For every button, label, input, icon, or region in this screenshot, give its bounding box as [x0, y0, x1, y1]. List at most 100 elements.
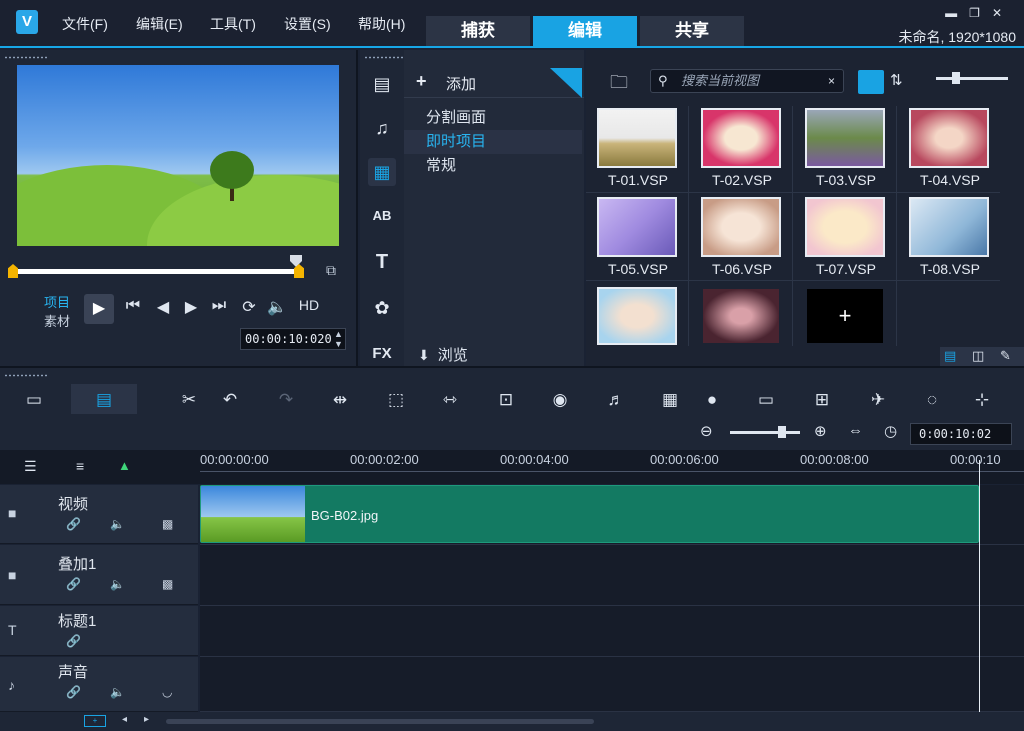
- link-icon[interactable]: 🔗: [66, 517, 81, 531]
- title-icon[interactable]: T: [368, 248, 396, 276]
- tab-share[interactable]: 共享: [640, 16, 744, 46]
- ripple-icon[interactable]: ▩: [162, 517, 173, 531]
- add-instant-project-button[interactable]: +: [805, 287, 885, 345]
- fit-icon[interactable]: ⇹: [326, 390, 354, 410]
- thumbnail-t05[interactable]: [597, 197, 677, 257]
- repeat-icon[interactable]: ⟳: [238, 297, 260, 317]
- thumbnail-t04[interactable]: [909, 108, 989, 168]
- search-input[interactable]: 搜索当前视图: [650, 69, 844, 93]
- panel-grip[interactable]: [4, 374, 48, 377]
- smart-package-icon[interactable]: ⊡: [492, 390, 520, 410]
- zoom-out-icon[interactable]: ⊖: [700, 422, 713, 440]
- menu-edit[interactable]: 编辑(E): [136, 14, 183, 34]
- split-icon[interactable]: ⇿: [436, 390, 464, 410]
- folder-instant-project[interactable]: 即时项目: [404, 130, 582, 154]
- instant-project-icon[interactable]: ▦: [368, 158, 396, 186]
- voice-lane[interactable]: [200, 657, 1024, 712]
- scrub-bar[interactable]: [14, 269, 302, 274]
- next-frame-icon[interactable]: ▶: [180, 297, 202, 317]
- link-icon[interactable]: 🔗: [66, 577, 81, 591]
- thumbnail-t10[interactable]: [701, 287, 781, 345]
- panel-grip[interactable]: [4, 56, 48, 59]
- scrollbar-thumb[interactable]: [166, 719, 594, 724]
- project-duration[interactable]: 0:00:10:02: [910, 423, 1012, 445]
- enlarge-preview-icon[interactable]: ⧉: [326, 262, 336, 279]
- redo-icon[interactable]: ↷: [272, 390, 300, 410]
- thumbnail-t07[interactable]: [805, 197, 885, 257]
- mode-project[interactable]: 项目: [44, 292, 70, 311]
- import-folder-icon[interactable]: 🗀: [610, 70, 628, 100]
- browse-button[interactable]: ⬇ 浏览: [418, 344, 468, 365]
- record-screen-icon[interactable]: ⬚: [382, 390, 410, 410]
- zoom-in-icon[interactable]: ⊕: [814, 422, 827, 440]
- audio-icon[interactable]: ♫: [368, 114, 396, 142]
- mute-icon[interactable]: 🔈: [110, 577, 125, 591]
- tab-edit[interactable]: 编辑: [533, 16, 637, 46]
- fx-icon[interactable]: FX: [368, 340, 396, 368]
- thumbnail-t06[interactable]: [701, 197, 781, 257]
- ripple-icon[interactable]: ◡: [162, 685, 172, 699]
- play-button[interactable]: ▶: [84, 294, 114, 324]
- thumbnail-view-icon[interactable]: [858, 70, 884, 94]
- window-controls[interactable]: ▬❐✕: [945, 6, 1014, 20]
- timeline-view-icon[interactable]: ▤: [90, 390, 118, 410]
- timecode-stepper-icon[interactable]: ▲ ▼: [334, 329, 343, 349]
- player-timecode[interactable]: 00:00:10:020: [240, 328, 346, 350]
- thumb-size-slider[interactable]: [936, 77, 1008, 80]
- thumbnail-t08[interactable]: [909, 197, 989, 257]
- link-icon[interactable]: 🔗: [66, 634, 81, 648]
- thumb-size-handle[interactable]: [952, 72, 960, 84]
- trim-start-marker[interactable]: [8, 264, 18, 278]
- minimize-icon[interactable]: ▬: [945, 6, 969, 20]
- track-manager-icon[interactable]: ☰: [24, 458, 37, 475]
- mute-icon[interactable]: 🔈: [110, 517, 125, 531]
- scroll-left-icon[interactable]: ◂: [122, 714, 127, 725]
- tools-icon[interactable]: ✂: [175, 390, 203, 410]
- undo-icon[interactable]: ↶: [216, 390, 244, 410]
- thumbnail-t01[interactable]: [597, 108, 677, 168]
- transition-icon[interactable]: AB: [368, 202, 396, 230]
- menu-help[interactable]: 帮助(H): [358, 14, 405, 34]
- volume-icon[interactable]: 🔈: [266, 297, 288, 317]
- end-icon[interactable]: ⏭: [208, 297, 230, 315]
- library-view-icon[interactable]: ▤: [944, 348, 956, 364]
- restore-icon[interactable]: ❐: [969, 6, 992, 20]
- crop-icon[interactable]: ⊹: [968, 390, 996, 410]
- timeline-scrollbar[interactable]: + ◂ ▸: [0, 712, 1024, 731]
- close-icon[interactable]: ✕: [992, 6, 1014, 20]
- video-clip[interactable]: BG-B02.jpg: [200, 485, 979, 543]
- track-header-video[interactable]: ■ 视频 🔗 🔈 ▩: [0, 485, 198, 544]
- track-header-title[interactable]: T 标题1 🔗: [0, 606, 198, 656]
- mode-clip[interactable]: 素材: [44, 311, 70, 330]
- track-header-overlay[interactable]: ■ 叠加1 🔗 🔈 ▩: [0, 545, 198, 605]
- thumbnail-t02[interactable]: [701, 108, 781, 168]
- zoom-handle[interactable]: [778, 426, 786, 438]
- edit-icon[interactable]: ✎: [1000, 348, 1011, 364]
- storyboard-icon[interactable]: ▦: [656, 390, 684, 410]
- menu-settings[interactable]: 设置(S): [284, 14, 331, 34]
- tab-capture[interactable]: 捕获: [426, 16, 530, 46]
- scroll-right-icon[interactable]: ▸: [144, 714, 149, 725]
- record-icon[interactable]: ◉: [546, 390, 574, 410]
- add-marker-icon[interactable]: ▲: [118, 458, 131, 473]
- ripple-icon[interactable]: ▩: [162, 577, 173, 591]
- storyboard-view-icon[interactable]: ▭: [20, 390, 48, 410]
- folder-split-screen[interactable]: 分割画面: [404, 106, 582, 130]
- panel-grip[interactable]: [364, 56, 408, 59]
- hd-toggle[interactable]: HD: [294, 297, 324, 313]
- track-header-voice[interactable]: ♪ 声音 🔗 🔈 ◡: [0, 657, 198, 712]
- thumbnail-t09[interactable]: [597, 287, 677, 345]
- fit-to-window-icon[interactable]: ⇔: [848, 422, 863, 439]
- prev-frame-icon[interactable]: ◀: [152, 297, 174, 317]
- home-icon[interactable]: ⏮: [122, 297, 144, 315]
- chapter-icon[interactable]: ≡: [76, 458, 84, 474]
- media-icon[interactable]: ▤: [368, 70, 396, 98]
- color-icon[interactable]: ●: [698, 390, 726, 410]
- folder-general[interactable]: 常规: [404, 154, 582, 178]
- zoom-slider[interactable]: [730, 431, 800, 434]
- add-track-icon[interactable]: +: [84, 715, 106, 727]
- mute-icon[interactable]: 🔈: [110, 685, 125, 699]
- motion-icon[interactable]: ✈: [864, 390, 892, 410]
- clear-search-icon[interactable]: ×: [828, 74, 835, 88]
- mask-icon[interactable]: ◌: [918, 390, 946, 410]
